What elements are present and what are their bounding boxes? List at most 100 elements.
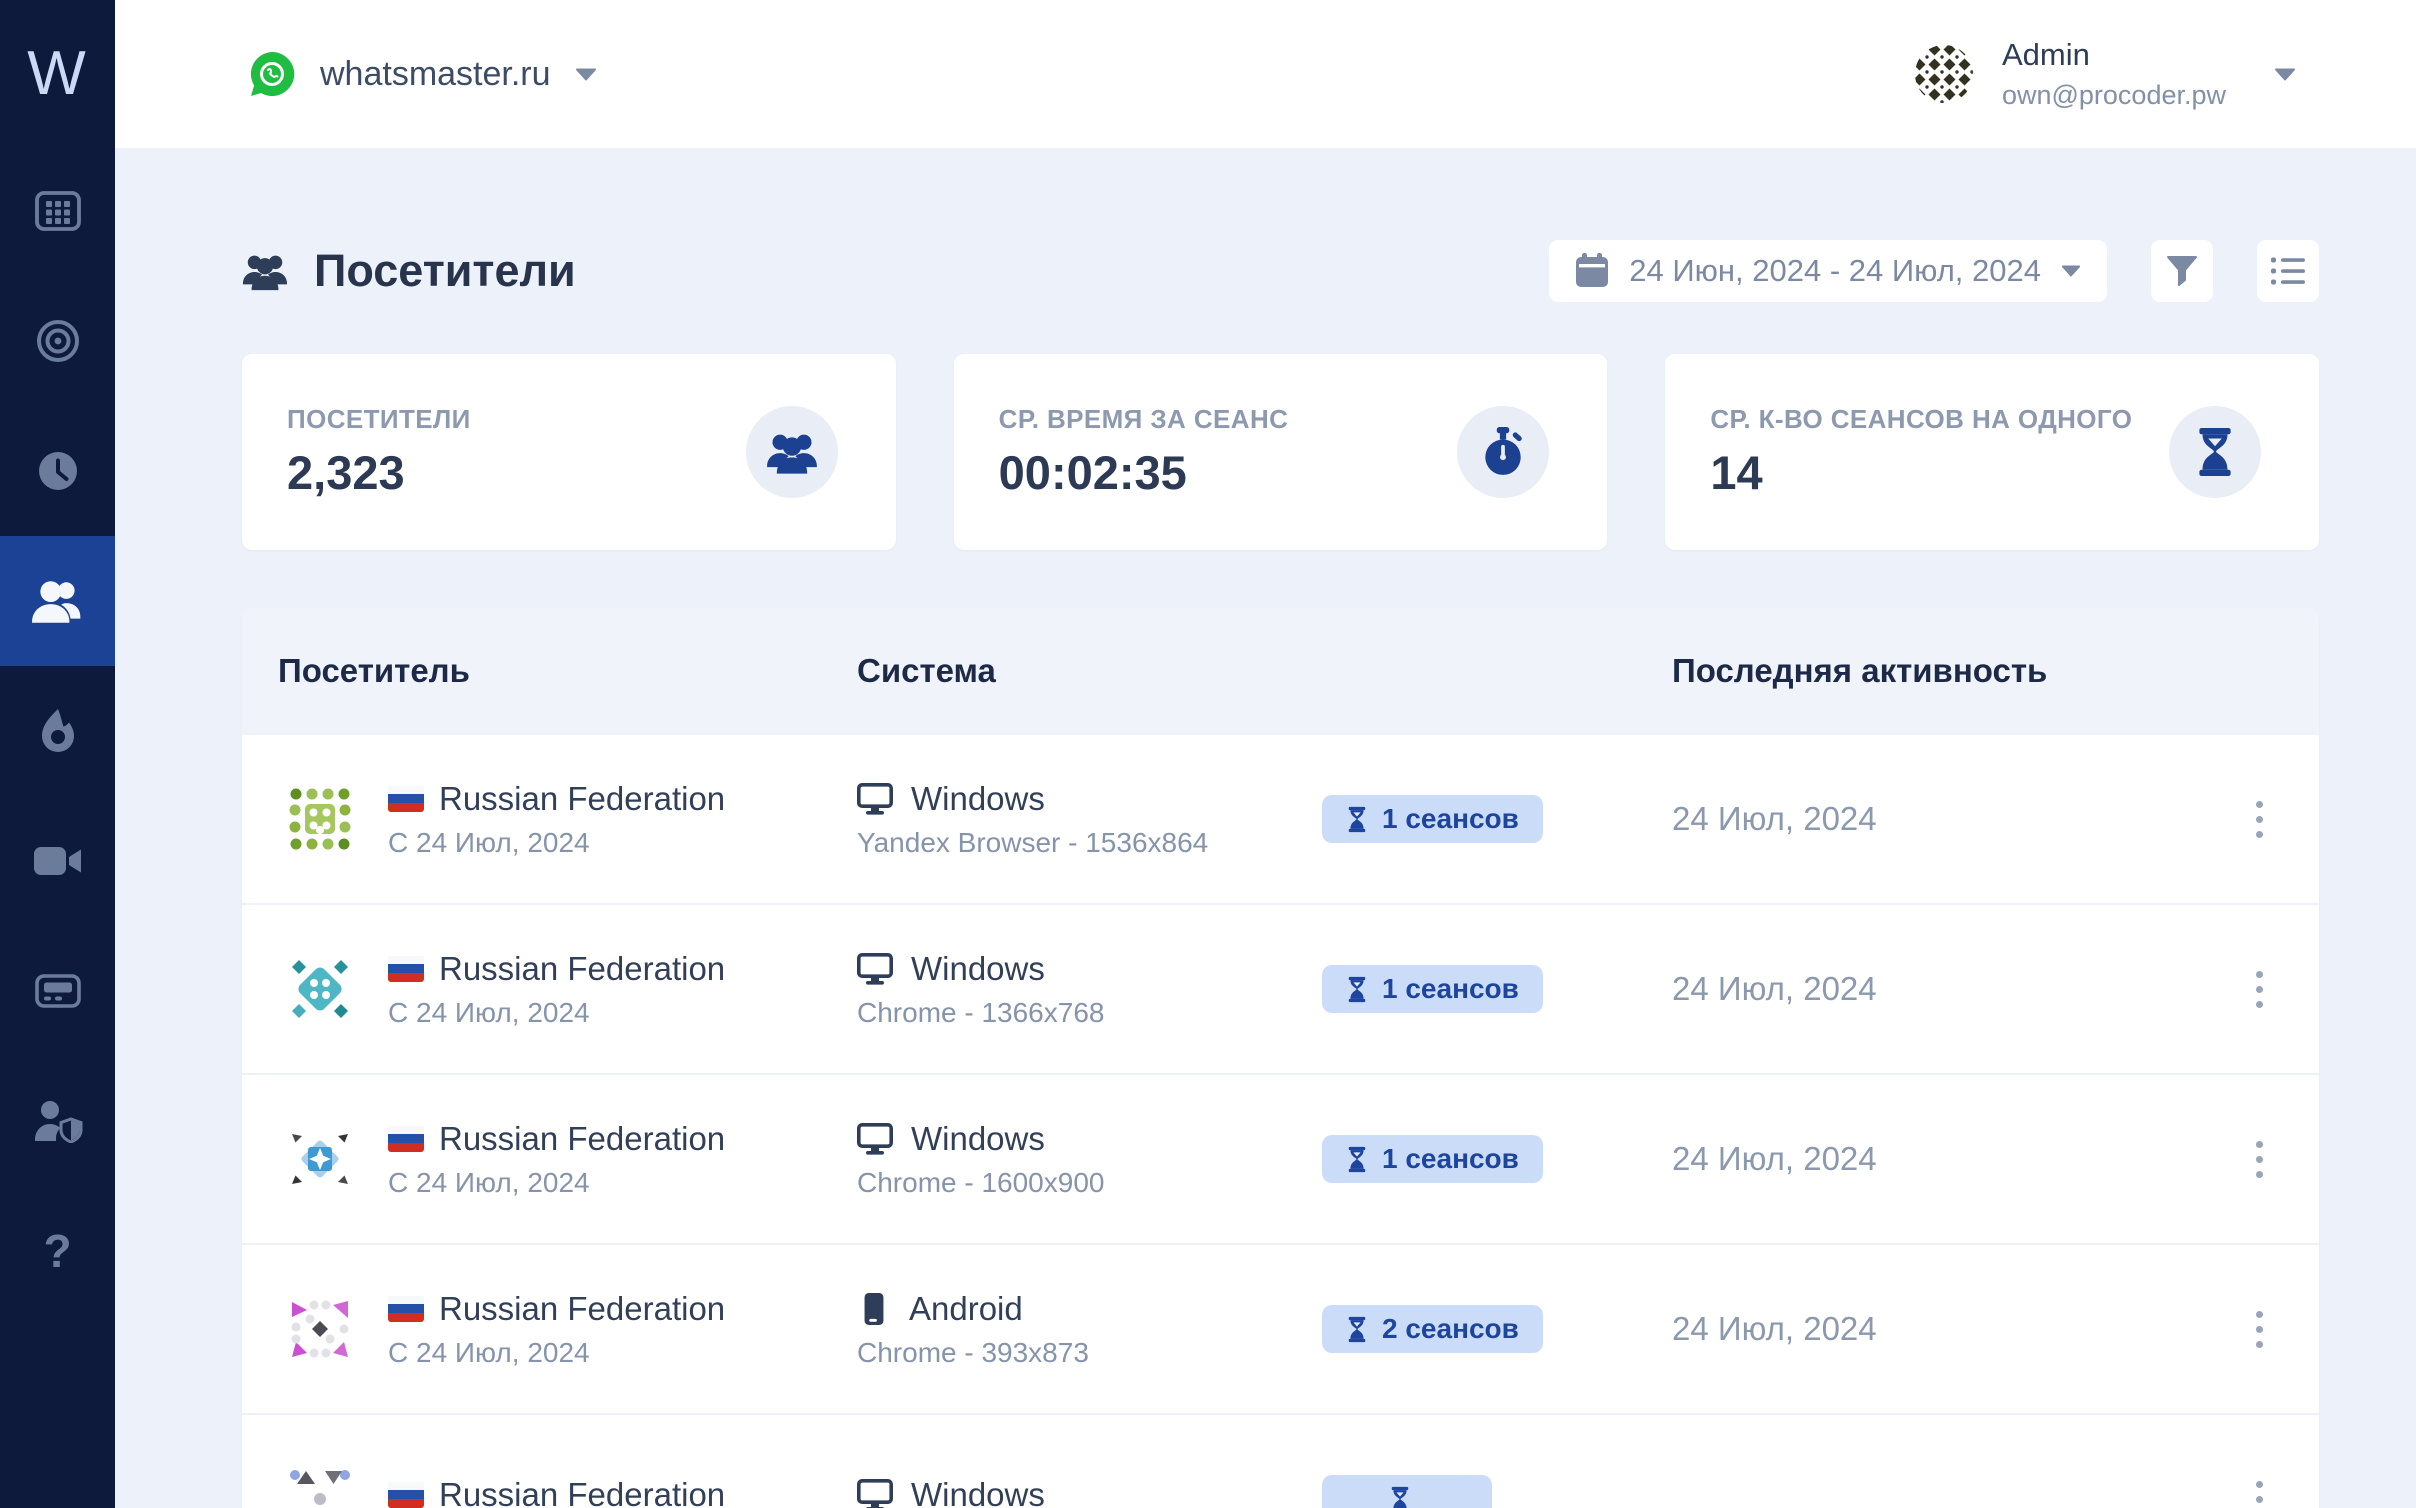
target-icon bbox=[35, 318, 81, 364]
filter-button[interactable] bbox=[2151, 240, 2213, 302]
visitor-country: Russian Federation bbox=[439, 780, 725, 818]
column-header-system: Система bbox=[857, 652, 1322, 690]
smartphone-icon bbox=[857, 1292, 891, 1326]
date-range-picker[interactable]: 24 Июн, 2024 - 24 Июл, 2024 bbox=[1549, 240, 2107, 302]
people-group-icon bbox=[766, 429, 818, 475]
page-title: Посетители bbox=[314, 245, 576, 297]
app-logo[interactable]: W bbox=[0, 0, 115, 146]
flag-russia bbox=[388, 1482, 424, 1508]
avatar bbox=[1912, 42, 1976, 106]
visitor-row[interactable]: Russian Federation С 24 Июл, 2024 Androi… bbox=[242, 1243, 2319, 1413]
sessions-badge: 2 сеансов bbox=[1322, 1305, 1543, 1353]
visitor-country: Russian Federation bbox=[439, 950, 725, 988]
user-menu[interactable]: Admin own@procoder.pw bbox=[1912, 37, 2296, 111]
stat-label: СР. ВРЕМЯ ЗА СЕАНС bbox=[999, 404, 1289, 435]
sidebar-item-pager[interactable] bbox=[0, 926, 115, 1056]
flag-russia bbox=[388, 1296, 424, 1322]
stat-card-avg-session-time: СР. ВРЕМЯ ЗА СЕАНС 00:02:35 bbox=[954, 354, 1608, 550]
visitor-row[interactable]: Russian Federation С 24 Июл, 2024 Window… bbox=[242, 733, 2319, 903]
flag-russia bbox=[388, 786, 424, 812]
sessions-badge bbox=[1322, 1475, 1492, 1508]
visitor-os: Android bbox=[909, 1290, 1023, 1328]
sessions-badge: 1 сеансов bbox=[1322, 965, 1543, 1013]
sidebar-item-history[interactable] bbox=[0, 406, 115, 536]
chevron-down-icon bbox=[2061, 265, 2081, 277]
chevron-down-icon bbox=[575, 68, 597, 81]
visitor-row[interactable]: Russian Federation С 24 Июл, 2024 Window… bbox=[242, 903, 2319, 1073]
flag-russia bbox=[388, 956, 424, 982]
avatar-identicon bbox=[284, 1293, 356, 1365]
visitor-os: Windows bbox=[911, 1476, 1045, 1508]
column-header-visitor: Посетитель bbox=[242, 652, 857, 690]
stat-label: СР. К-ВО СЕАНСОВ НА ОДНОГО bbox=[1710, 404, 2132, 435]
sidebar: W bbox=[0, 0, 115, 1508]
visitor-since: С 24 Июл, 2024 bbox=[388, 1337, 725, 1369]
visitor-since: С 24 Июл, 2024 bbox=[388, 827, 725, 859]
site-switcher[interactable]: whatsmaster.ru bbox=[248, 50, 597, 98]
sessions-badge: 1 сеансов bbox=[1322, 795, 1543, 843]
stat-value: 2,323 bbox=[287, 445, 471, 500]
visitor-browser: Chrome - 1600x900 bbox=[857, 1167, 1322, 1199]
row-menu-button[interactable] bbox=[2231, 1301, 2287, 1357]
visitor-os: Windows bbox=[911, 950, 1045, 988]
sidebar-item-triggers[interactable] bbox=[0, 666, 115, 796]
stat-card-avg-sessions: СР. К-ВО СЕАНСОВ НА ОДНОГО 14 bbox=[1665, 354, 2319, 550]
help-icon: ? bbox=[43, 1224, 71, 1278]
visitor-country: Russian Federation bbox=[439, 1290, 725, 1328]
column-header-last-activity: Последняя активность bbox=[1672, 652, 2199, 690]
topbar: whatsmaster.ru Admin o bbox=[115, 0, 2416, 148]
content-area: Посетители 24 Июн, 2024 - 24 Июл, 2024 bbox=[115, 148, 2416, 1508]
visitor-browser: Chrome - 1366x768 bbox=[857, 997, 1322, 1029]
user-name: Admin bbox=[2002, 37, 2226, 73]
visitor-os: Windows bbox=[911, 1120, 1045, 1158]
last-activity-date: 24 Июл, 2024 bbox=[1672, 1140, 2199, 1178]
calendar-icon bbox=[1575, 253, 1609, 289]
visitors-table: Посетитель Система Последняя активность bbox=[242, 608, 2319, 1508]
video-camera-icon bbox=[33, 844, 83, 878]
people-group-icon bbox=[242, 250, 288, 292]
visitor-row[interactable]: Russian Federation Windows bbox=[242, 1413, 2319, 1508]
last-activity-date: 24 Июл, 2024 bbox=[1672, 800, 2199, 838]
sessions-badge: 1 сеансов bbox=[1322, 1135, 1543, 1183]
clock-icon bbox=[35, 448, 81, 494]
sidebar-item-help[interactable]: ? bbox=[0, 1186, 115, 1316]
visitor-since: С 24 Июл, 2024 bbox=[388, 997, 725, 1029]
monitor-icon bbox=[857, 1123, 893, 1155]
hourglass-icon bbox=[1346, 1316, 1368, 1343]
monitor-icon bbox=[857, 953, 893, 985]
stat-value: 14 bbox=[1710, 445, 2132, 500]
sidebar-item-admins[interactable] bbox=[0, 1056, 115, 1186]
user-shield-icon bbox=[33, 1099, 83, 1143]
site-name: whatsmaster.ru bbox=[320, 55, 551, 94]
row-menu-button[interactable] bbox=[2231, 1131, 2287, 1187]
sidebar-item-dashboard[interactable] bbox=[0, 146, 115, 276]
row-menu-button[interactable] bbox=[2231, 791, 2287, 847]
date-range-label: 24 Июн, 2024 - 24 Июл, 2024 bbox=[1629, 253, 2041, 289]
list-icon bbox=[2271, 257, 2305, 285]
sidebar-item-targets[interactable] bbox=[0, 276, 115, 406]
visitor-row[interactable]: Russian Federation С 24 Июл, 2024 Window… bbox=[242, 1073, 2319, 1243]
list-view-button[interactable] bbox=[2257, 240, 2319, 302]
row-menu-button[interactable] bbox=[2231, 1471, 2287, 1508]
sidebar-item-video[interactable] bbox=[0, 796, 115, 926]
last-activity-date: 24 Июл, 2024 bbox=[1672, 1310, 2199, 1348]
hourglass-icon bbox=[1389, 1486, 1411, 1508]
visitor-country: Russian Federation bbox=[439, 1120, 725, 1158]
app-logo-letter: W bbox=[27, 38, 88, 109]
flag-russia bbox=[388, 1126, 424, 1152]
visitor-browser: Chrome - 393x873 bbox=[857, 1337, 1322, 1369]
chevron-down-icon bbox=[2274, 68, 2296, 81]
flame-icon bbox=[36, 707, 80, 755]
visitor-country: Russian Federation bbox=[439, 1476, 725, 1508]
row-menu-button[interactable] bbox=[2231, 961, 2287, 1017]
user-email: own@procoder.pw bbox=[2002, 80, 2226, 111]
sidebar-nav: ? bbox=[0, 146, 115, 1316]
sidebar-item-visitors[interactable] bbox=[0, 536, 115, 666]
table-header: Посетитель Система Последняя активность bbox=[242, 608, 2319, 733]
whatsapp-icon bbox=[248, 50, 296, 98]
avatar-identicon bbox=[284, 783, 356, 855]
hourglass-icon bbox=[1346, 976, 1368, 1003]
last-activity-date: 24 Июл, 2024 bbox=[1672, 970, 2199, 1008]
stat-label: ПОСЕТИТЕЛИ bbox=[287, 404, 471, 435]
avatar-identicon bbox=[284, 1123, 356, 1195]
